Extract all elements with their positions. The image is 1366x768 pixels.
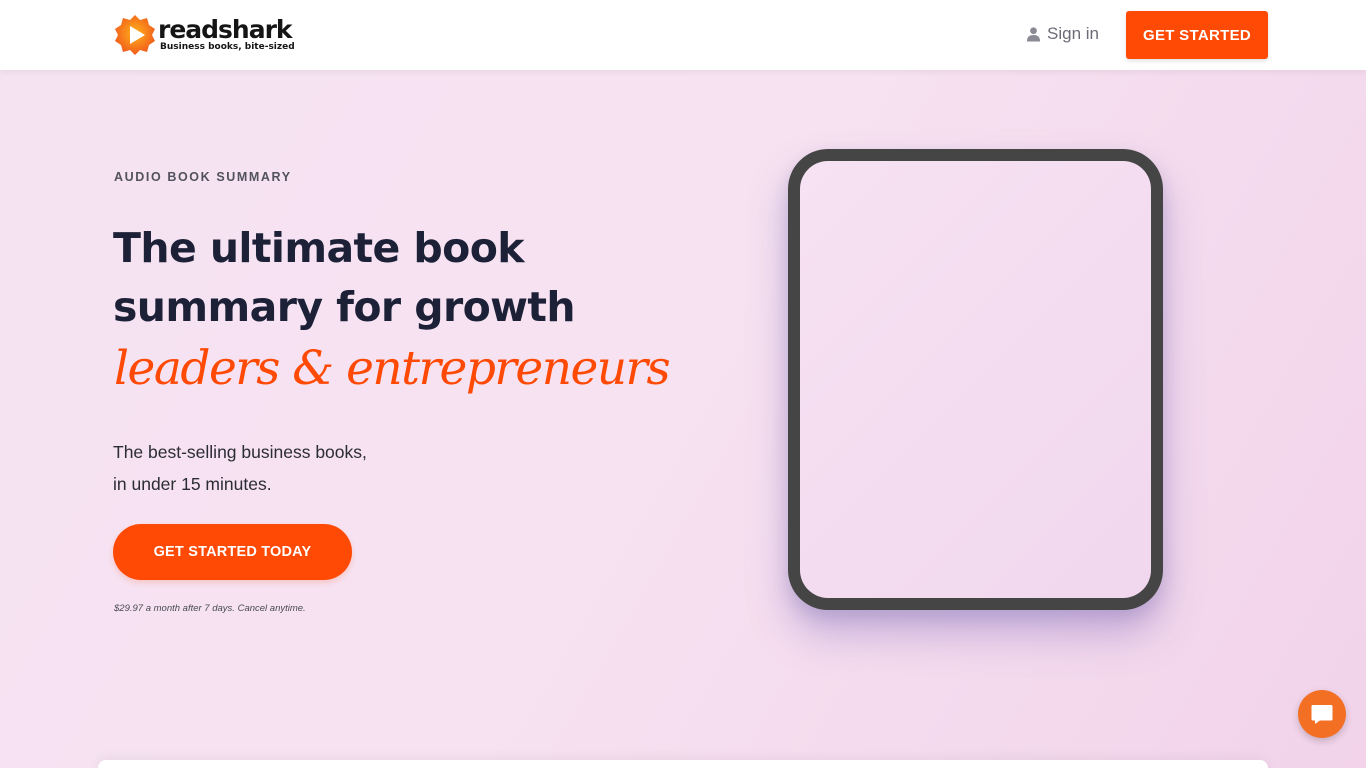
hero-headline: The ultimate book summary for growth [113, 219, 673, 337]
headline-line-2: summary for growth [113, 283, 576, 331]
headline-line-1: The ultimate book [113, 224, 525, 272]
subheadline-line-2: in under 15 minutes. [113, 474, 272, 494]
readshark-logo-icon [115, 15, 155, 55]
tablet-mockup [788, 149, 1163, 610]
readshark-logo[interactable]: readshark Business books, bite-sized [114, 14, 295, 56]
sign-in-label: Sign in [1047, 24, 1099, 43]
get-started-today-button[interactable]: GET STARTED TODAY [113, 524, 352, 580]
tablet-screen [800, 161, 1151, 598]
headline-script: leaders & entrepreneurs [114, 341, 671, 396]
sign-in-link[interactable]: Sign in [1026, 22, 1099, 46]
pricing-fineprint: $29.97 a month after 7 days. Cancel anyt… [114, 603, 306, 614]
logo-name: readshark [158, 15, 293, 44]
chat-button[interactable] [1298, 690, 1346, 738]
chat-icon [1311, 705, 1333, 724]
content-card [98, 760, 1268, 768]
user-icon [1026, 27, 1041, 42]
eyebrow-label: AUDIO BOOK SUMMARY [114, 170, 292, 184]
subheadline-line-1: The best-selling business books, [113, 442, 367, 462]
logo-tagline: Business books, bite-sized [160, 42, 295, 52]
site-header: readshark Business books, bite-sized Sig… [0, 0, 1366, 70]
get-started-button[interactable]: GET STARTED [1126, 11, 1268, 59]
